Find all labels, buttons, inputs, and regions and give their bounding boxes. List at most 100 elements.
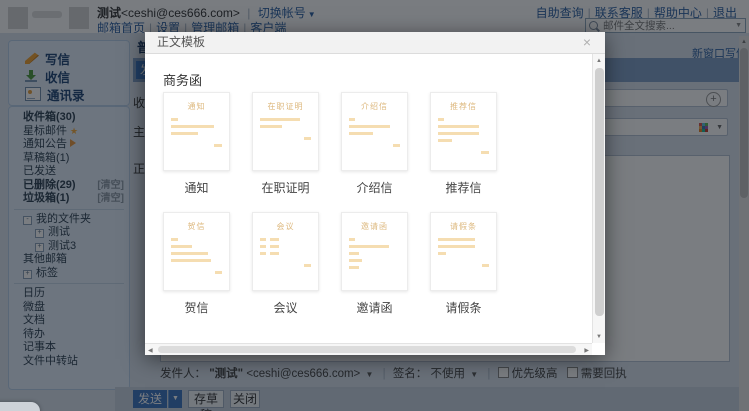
template-preview-line [349,125,400,128]
template-preview-line [349,144,400,147]
line-segment [438,245,475,248]
line-segment [171,132,198,135]
modal-title: 正文模板 [157,32,205,53]
template-cell: 贺信贺信 [163,212,230,332]
template-card-通知[interactable]: 通知 [163,92,230,171]
modal-horizontal-scrollbar[interactable]: ◀ ▶ [145,343,592,355]
template-preview-line [171,144,222,147]
template-category-title: 商务函 [163,70,202,89]
template-card-title: 请假条 [438,221,489,232]
template-preview-line [438,245,489,248]
scroll-up-icon[interactable]: ▲ [593,54,605,64]
template-card-label[interactable]: 会议 [252,299,319,316]
template-card-title: 邀请函 [349,221,400,232]
line-segment [215,271,222,274]
template-card-title: 介绍信 [349,101,400,112]
template-card-label[interactable]: 推荐信 [430,179,497,196]
template-preview-line [260,245,311,248]
template-card-title: 推荐信 [438,101,489,112]
template-preview-line [171,125,222,128]
line-segment [260,238,266,241]
scroll-right-icon[interactable]: ▶ [584,347,589,354]
line-segment [349,132,373,135]
template-card-label[interactable]: 贺信 [163,299,230,316]
line-segment [393,144,400,147]
line-segment [304,137,311,140]
template-card-title: 通知 [171,101,222,112]
page: 测试<ceshi@ces666.com> | 切换帐号▼ 邮箱首页|设置|管理邮… [0,0,749,411]
template-card-label[interactable]: 请假条 [430,299,497,316]
template-cell: 在职证明在职证明 [252,92,319,212]
template-cell: 会议会议 [252,212,319,332]
template-preview-line [260,137,311,140]
close-icon[interactable]: × [583,34,591,50]
template-preview-line [171,252,222,255]
template-preview-line [260,238,311,241]
line-segment [171,118,178,121]
line-segment [438,252,446,255]
template-card-grid: 通知通知在职证明在职证明介绍信介绍信推荐信推荐信贺信贺信会议会议邀请函邀请函请假… [163,92,575,332]
line-segment [349,252,359,255]
line-segment [349,266,359,269]
template-card-会议[interactable]: 会议 [252,212,319,291]
template-preview-line [171,271,222,274]
template-preview-line [438,238,489,241]
template-card-邀请函[interactable]: 邀请函 [341,212,408,291]
template-preview-line [260,125,311,128]
template-card-label[interactable]: 邀请函 [341,299,408,316]
template-card-label[interactable]: 介绍信 [341,179,408,196]
template-cell: 邀请函邀请函 [341,212,408,332]
line-segment [260,118,300,121]
template-preview-line [171,118,222,121]
template-preview-line [349,118,400,121]
template-preview-line [438,118,489,121]
template-preview-line [349,238,400,241]
line-segment [260,125,282,128]
line-segment [304,264,311,267]
line-segment [438,238,475,241]
template-preview-line [260,118,311,121]
line-segment [270,238,279,241]
modal-hscrollbar-thumb[interactable] [158,346,576,353]
modal-header: 正文模板 × [145,32,605,54]
template-card-介绍信[interactable]: 介绍信 [341,92,408,171]
modal-scrollbar-thumb[interactable] [595,68,604,316]
line-segment [349,259,362,262]
line-segment [171,125,214,128]
template-preview-line [349,132,400,135]
modal-vertical-scrollbar[interactable]: ▲ ▼ [592,54,605,343]
line-segment [171,252,208,255]
line-segment [260,245,266,248]
line-segment [270,252,279,255]
template-cell: 推荐信推荐信 [430,92,497,212]
line-segment [438,118,444,121]
line-segment [171,259,211,262]
line-segment [482,264,489,267]
template-preview-line [438,252,489,255]
template-card-贺信[interactable]: 贺信 [163,212,230,291]
template-card-label[interactable]: 通知 [163,179,230,196]
template-cell: 请假条请假条 [430,212,497,332]
template-card-title: 在职证明 [260,101,311,112]
floating-widget-corner[interactable] [0,402,40,411]
template-preview-line [349,266,400,269]
line-segment [349,238,355,241]
template-preview-line [438,139,489,142]
template-card-title: 贺信 [171,221,222,232]
template-preview-line [171,238,222,241]
line-segment [349,245,389,248]
template-preview-line [171,259,222,262]
template-card-label[interactable]: 在职证明 [252,179,319,196]
template-preview-line [349,252,400,255]
template-preview-line [171,245,222,248]
template-cell: 介绍信介绍信 [341,92,408,212]
line-segment [481,151,489,154]
template-preview-line [438,264,489,267]
template-card-在职证明[interactable]: 在职证明 [252,92,319,171]
template-card-请假条[interactable]: 请假条 [430,212,497,291]
scroll-left-icon[interactable]: ◀ [148,347,153,354]
line-segment [270,245,279,248]
template-card-推荐信[interactable]: 推荐信 [430,92,497,171]
template-cell: 通知通知 [163,92,230,212]
scroll-down-icon[interactable]: ▼ [593,334,605,340]
